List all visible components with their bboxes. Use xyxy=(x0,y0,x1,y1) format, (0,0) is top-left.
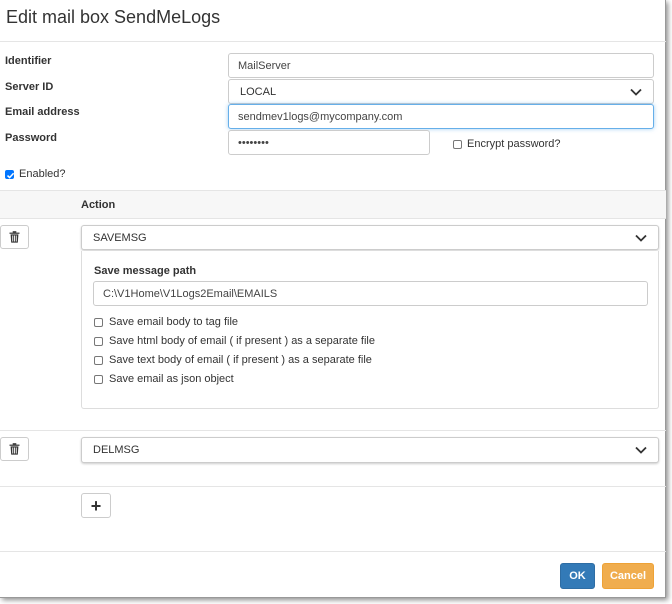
ok-button[interactable]: OK xyxy=(560,563,595,589)
server-id-label: Server ID xyxy=(5,81,54,93)
header-divider xyxy=(0,41,666,42)
option-html-body-label: Save html body of email ( if present ) a… xyxy=(109,335,375,347)
action-column-header: Action xyxy=(81,199,116,211)
enabled-label: Enabled? xyxy=(19,168,66,180)
server-id-select[interactable]: LOCAL xyxy=(228,79,654,104)
option-json-object-label: Save email as json object xyxy=(109,373,234,385)
server-id-value: LOCAL xyxy=(240,85,277,98)
plus-icon: + xyxy=(90,495,102,516)
encrypt-password-label: Encrypt password? xyxy=(467,138,561,150)
email-value: sendmev1logs@mycompany.com xyxy=(238,110,403,123)
chevron-down-icon xyxy=(630,88,642,96)
add-action-button[interactable]: + xyxy=(81,493,111,518)
email-label: Email address xyxy=(5,106,80,118)
password-label: Password xyxy=(5,132,57,144)
option-body-to-tag-checkbox[interactable] xyxy=(94,318,103,327)
save-path-label: Save message path xyxy=(94,265,197,277)
action-2-select[interactable]: DELMSG xyxy=(81,437,659,463)
trash-icon xyxy=(9,443,20,455)
email-input[interactable]: sendmev1logs@mycompany.com xyxy=(228,104,654,129)
option-text-body-label: Save text body of email ( if present ) a… xyxy=(109,354,372,366)
trash-icon xyxy=(9,231,20,243)
cancel-button[interactable]: Cancel xyxy=(602,563,654,589)
row-divider xyxy=(0,430,666,431)
delete-action-1-button[interactable] xyxy=(0,225,29,249)
edit-mailbox-dialog: Edit mail box SendMeLogs Identifier Mail… xyxy=(0,0,666,598)
option-text-body-checkbox[interactable] xyxy=(94,356,103,365)
chevron-down-icon xyxy=(635,234,647,242)
save-path-input[interactable]: C:\V1Home\V1Logs2Email\EMAILS xyxy=(93,281,648,306)
option-body-to-tag-label: Save email body to tag file xyxy=(109,316,239,328)
dialog-title: Edit mail box SendMeLogs xyxy=(6,7,221,27)
action-1-select[interactable]: SAVEMSG xyxy=(81,225,659,250)
checkmark-icon xyxy=(6,172,15,179)
option-html-body-checkbox[interactable] xyxy=(94,337,103,346)
action-2-value: DELMSG xyxy=(93,444,140,456)
chevron-down-icon xyxy=(635,446,647,454)
password-input[interactable]: •••••••• xyxy=(228,130,430,155)
password-value: •••••••• xyxy=(238,136,269,149)
row-divider xyxy=(0,486,666,487)
identifier-label: Identifier xyxy=(5,55,52,67)
action-1-value: SAVEMSG xyxy=(93,231,147,244)
identifier-value: MailServer xyxy=(238,59,291,72)
identifier-input[interactable]: MailServer xyxy=(228,53,654,78)
encrypt-password-checkbox[interactable] xyxy=(453,140,462,149)
action-table-header: Action xyxy=(0,190,666,219)
delete-action-2-button[interactable] xyxy=(0,437,29,461)
footer-divider xyxy=(0,551,666,552)
save-path-value: C:\V1Home\V1Logs2Email\EMAILS xyxy=(103,287,278,300)
savemsg-options-panel: Save message path C:\V1Home\V1Logs2Email… xyxy=(81,251,659,409)
enabled-checkbox[interactable] xyxy=(5,170,15,179)
option-json-object-checkbox[interactable] xyxy=(94,375,103,384)
